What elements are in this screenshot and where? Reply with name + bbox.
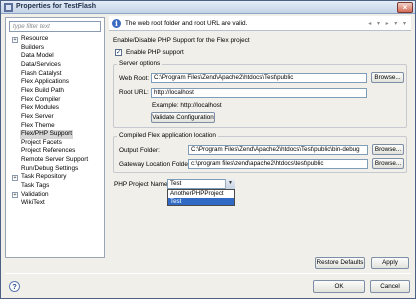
validate-configuration-button[interactable]: Validate Configuration	[151, 112, 215, 123]
tree-item-label: Flex Theme	[21, 121, 55, 129]
tree-item-label: Validation	[21, 190, 49, 198]
close-button[interactable]: ×	[397, 2, 413, 13]
tree-item[interactable]: Data Model	[6, 52, 104, 61]
web-root-browse-button[interactable]: Browse...	[371, 72, 404, 83]
php-heading: Enable/Disable PHP Support for the Flex …	[113, 37, 250, 44]
help-icon[interactable]: ?	[9, 281, 20, 292]
tree-item-label: Resource	[21, 35, 49, 42]
tree-item-label: Task Repository	[21, 173, 67, 181]
example-text: Example: http://localhost	[152, 102, 222, 109]
tree-item-label: Data Model	[21, 52, 54, 60]
tree-item-label: Builders	[21, 43, 45, 51]
expand-icon[interactable]: +	[12, 174, 18, 181]
tree-item-label: Project References	[21, 147, 76, 155]
server-options-title: Server options	[117, 60, 163, 67]
output-folder-field[interactable]: C:\Program Files\Zend\Apache2\htdocs\Tes…	[188, 145, 368, 155]
tree-item-label: WikiText	[21, 199, 45, 207]
tree-item-label: Remote Server Support	[21, 156, 89, 164]
tree-item-label: Data/Services	[21, 60, 61, 68]
tree-item[interactable]: Data/Services	[6, 61, 104, 70]
tree-item[interactable]: Run/Debug Settings	[6, 165, 104, 174]
tree-item-label: Flex Compiler	[21, 95, 61, 103]
output-folder-label: Output Folder:	[119, 147, 160, 154]
properties-dialog: Properties for TestFlash × type filter t…	[0, 0, 416, 299]
tree-item[interactable]: WikiText	[6, 199, 104, 208]
expand-icon[interactable]: +	[12, 36, 18, 43]
tree-item[interactable]: + Task Repository	[6, 173, 104, 182]
tree-item[interactable]: Flex Applications	[6, 78, 104, 87]
gateway-location-field[interactable]: c:\program files\zend\apache2\htdocs\tes…	[188, 159, 368, 169]
restore-defaults-button[interactable]: Restore Defaults	[315, 257, 365, 269]
tree-item-label: Run/Debug Settings	[21, 164, 79, 172]
message-bar: i The web root folder and root URL are v…	[109, 16, 411, 31]
app-icon	[4, 3, 13, 12]
footer-separator	[5, 273, 411, 274]
cancel-button[interactable]: Cancel	[370, 280, 410, 293]
title-bar[interactable]: Properties for TestFlash ×	[1, 1, 415, 14]
php-project-name-dropdown: AnotherPHPProject Test	[167, 189, 235, 206]
tree-item[interactable]: + Resource	[6, 35, 104, 44]
tree-item[interactable]: Flex/PHP Support	[6, 130, 104, 139]
info-icon: i	[112, 19, 121, 28]
gateway-location-label: Gateway Location Folder:	[119, 161, 192, 168]
info-message: The web root folder and root URL are val…	[125, 20, 248, 27]
php-project-name-label: PHP Project Name:	[114, 181, 170, 188]
tree-item[interactable]: Flex Compiler	[6, 96, 104, 105]
apply-button[interactable]: Apply	[371, 257, 409, 269]
enable-php-label[interactable]: Enable PHP support	[126, 49, 184, 56]
tree-item[interactable]: Flex Server	[6, 113, 104, 122]
tree-item[interactable]: Flex Build Path	[6, 87, 104, 96]
php-project-name-value: Test	[170, 180, 182, 187]
dropdown-option[interactable]: AnotherPHPProject	[168, 190, 234, 198]
web-root-label: Web Root:	[119, 75, 150, 82]
tree-item[interactable]: Flex Theme	[6, 122, 104, 131]
window-title: Properties for TestFlash	[16, 3, 97, 10]
tree-item[interactable]: Task Tags	[6, 182, 104, 191]
chevron-down-icon[interactable]: ▼	[225, 179, 235, 189]
tree-item-label: Project Facets	[21, 138, 62, 146]
ok-button[interactable]: OK	[313, 280, 365, 293]
filter-input[interactable]: type filter text	[9, 21, 101, 32]
root-url-label: Root URL:	[119, 89, 149, 96]
enable-php-checkbox[interactable]: ✓	[115, 49, 122, 56]
web-root-field[interactable]: C:\Program Files\Zend\Apache2\htdocs\Tes…	[151, 73, 367, 83]
root-url-field[interactable]: http://localhost	[151, 88, 367, 98]
tree-item-label: Flex Modules	[21, 104, 60, 112]
tree-item[interactable]: Flash Catalyst	[6, 70, 104, 79]
expand-icon[interactable]: +	[12, 192, 18, 199]
tree-item-label: Flash Catalyst	[21, 69, 62, 77]
tree-item-label: Flex Server	[21, 112, 54, 120]
tree-item[interactable]: Flex Modules	[6, 104, 104, 113]
tree-item-label: Flex Build Path	[21, 86, 64, 94]
tree-item[interactable]: Builders	[6, 44, 104, 53]
dropdown-option-selected[interactable]: Test	[168, 197, 234, 205]
tree-item[interactable]: Project References	[6, 147, 104, 156]
tree-item[interactable]: Remote Server Support	[6, 156, 104, 165]
tree-item-label: Flex Applications	[21, 78, 69, 86]
category-tree-panel: type filter text + Resource Builders Data M…	[5, 17, 105, 258]
tree-item-label: Task Tags	[21, 182, 50, 190]
tree-item[interactable]: + Validation	[6, 191, 104, 200]
history-nav-arrows[interactable]: ◂ ▾ ▸ ▾ ▾	[368, 20, 408, 27]
compiled-location-title: Compiled Flex application location	[117, 132, 218, 139]
tree-item[interactable]: Project Facets	[6, 139, 104, 148]
gateway-location-browse-button[interactable]: Browse...	[372, 158, 404, 169]
output-folder-browse-button[interactable]: Browse...	[372, 144, 404, 155]
tree-item-label: Flex/PHP Support	[20, 130, 74, 139]
